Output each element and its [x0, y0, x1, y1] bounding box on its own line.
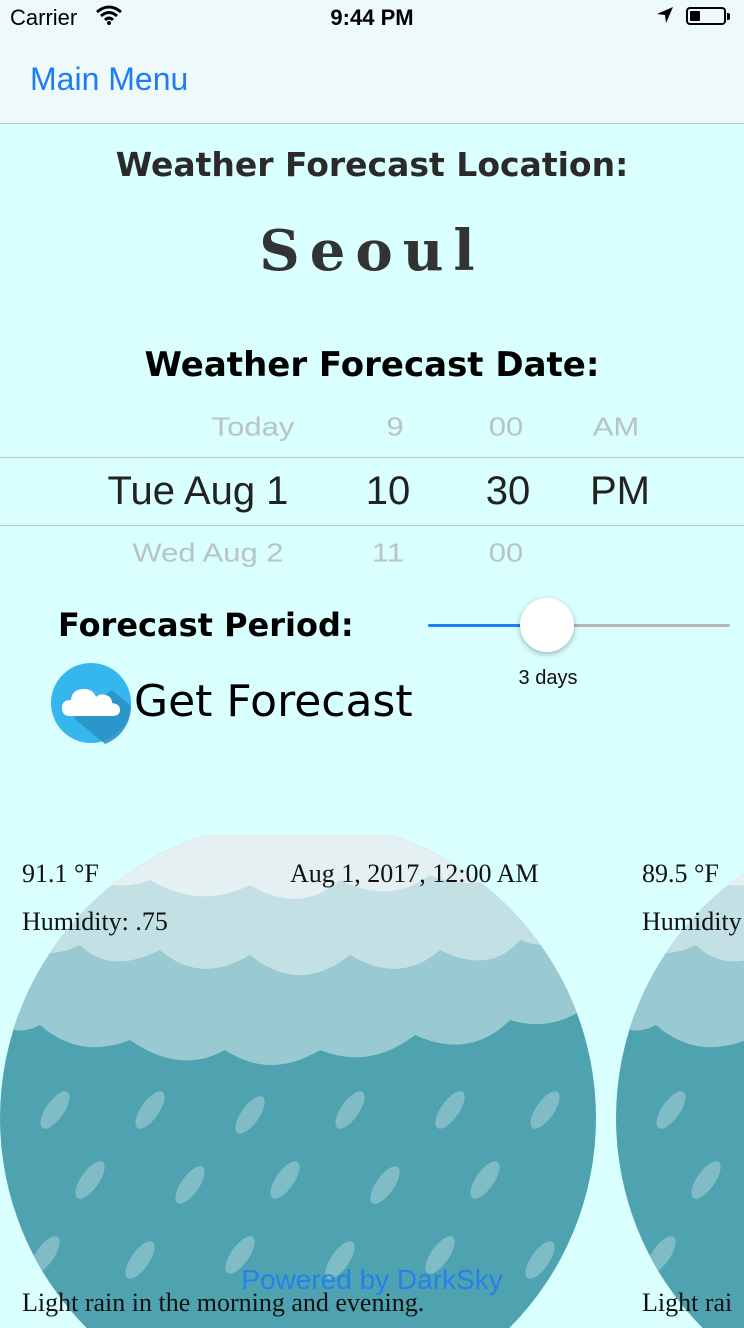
main-menu-button[interactable]: Main Menu	[30, 61, 188, 98]
picker-day-below[interactable]: Wed Aug 2	[90, 538, 326, 569]
forecast-period-slider[interactable]	[428, 598, 730, 658]
date-heading: Weather Forecast Date:	[144, 345, 600, 385]
forecast-period-value: 3 days	[518, 667, 578, 689]
card-datetime: Aug 1, 2017, 12:00 AM	[290, 859, 539, 888]
card-temperature: 89.5 °F	[642, 859, 719, 888]
powered-by-darksky-link[interactable]: Powered by DarkSky	[0, 1264, 744, 1296]
cloud-icon	[51, 663, 132, 744]
picker-minute-above[interactable]: 00	[460, 412, 552, 443]
get-forecast-label: Get Forecast	[134, 676, 413, 727]
navigation-bar: Main Menu	[0, 34, 744, 124]
picker-minute-below[interactable]: 00	[460, 538, 552, 569]
get-forecast-button[interactable]: Get Forecast	[50, 660, 430, 748]
status-bar: Carrier 9:44 PM	[0, 0, 744, 34]
picker-ampm-selected[interactable]: PM	[572, 469, 668, 514]
forecast-card[interactable]: 91.1 °F Aug 1, 2017, 12:00 AM Humidity: …	[0, 835, 600, 1328]
picker-day-selected[interactable]: Tue Aug 1	[80, 469, 316, 514]
location-arrow-icon	[655, 5, 675, 31]
picker-hour-selected[interactable]: 10	[340, 469, 436, 514]
forecast-card[interactable]: 89.5 °F Humidity Light rai	[616, 835, 744, 1328]
slider-track-empty	[548, 624, 730, 627]
picker-ampm-above[interactable]: AM	[570, 412, 662, 443]
card-humidity: Humidity: .75	[22, 907, 168, 936]
forecast-cards[interactable]: 91.1 °F Aug 1, 2017, 12:00 AM Humidity: …	[0, 835, 744, 1328]
card-temperature: 91.1 °F	[22, 859, 99, 888]
status-time: 9:44 PM	[330, 5, 414, 30]
card-humidity: Humidity	[642, 907, 742, 936]
slider-thumb[interactable]	[520, 598, 574, 652]
forecast-period-label: Forecast Period:	[58, 606, 354, 644]
picker-hour-above[interactable]: 9	[350, 412, 440, 443]
picker-day-above[interactable]: Today	[170, 412, 336, 443]
date-time-picker[interactable]: Today 9 00 AM Tue Aug 1 10 30 PM Wed Aug…	[0, 405, 744, 575]
battery-icon	[686, 7, 730, 25]
location-heading: Weather Forecast Location:	[115, 145, 629, 184]
city-name: Seoul	[259, 218, 485, 284]
picker-minute-selected[interactable]: 30	[460, 469, 556, 514]
picker-hour-below[interactable]: 11	[350, 538, 426, 569]
